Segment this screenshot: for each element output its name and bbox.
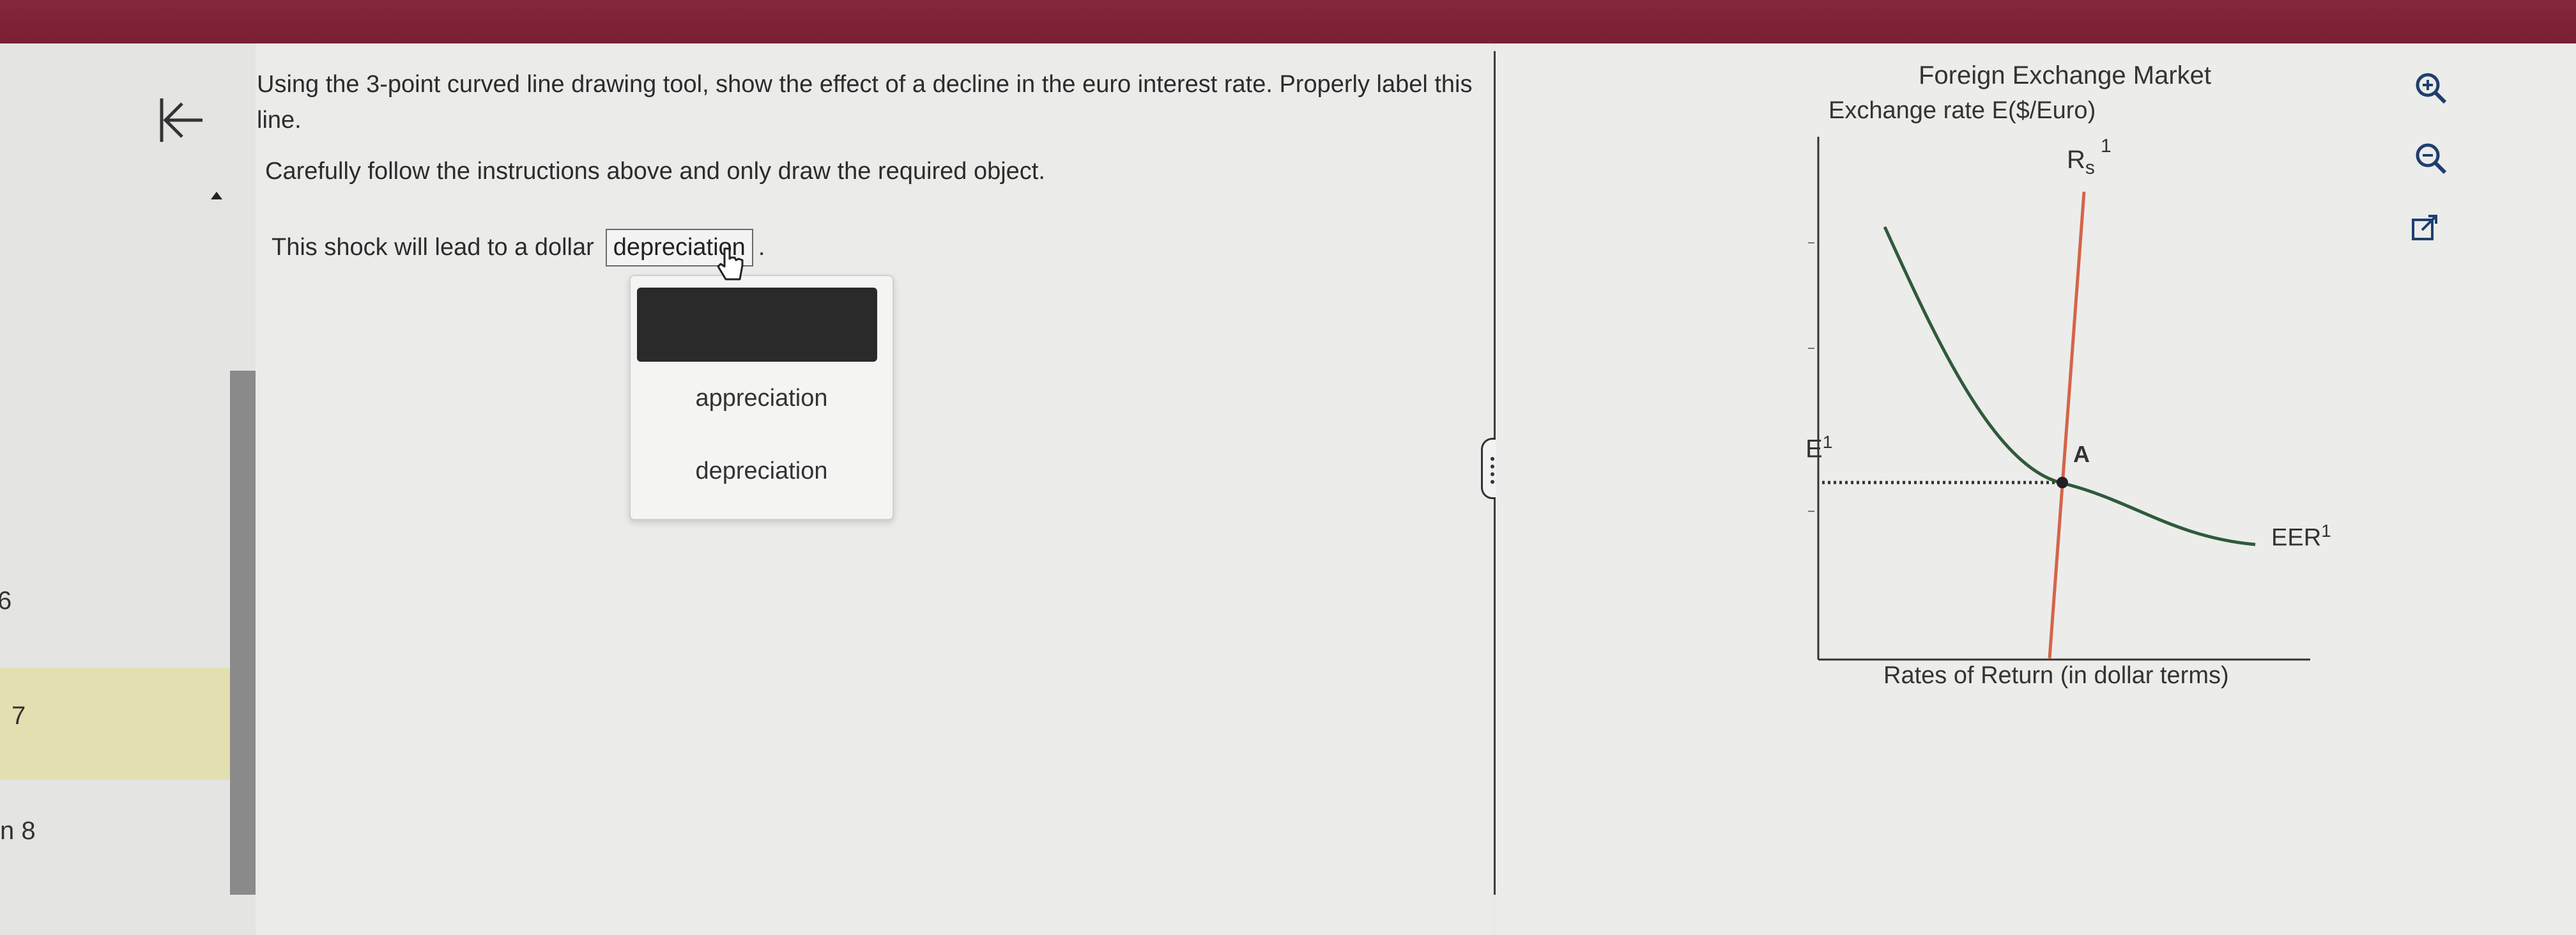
popout-button[interactable]: [2405, 210, 2444, 248]
collapse-left-icon: [160, 98, 203, 142]
zoom-out-icon: [2416, 143, 2447, 174]
rs-superscript: 1: [2101, 135, 2112, 157]
question-navigation: [0, 43, 263, 935]
option-depreciation[interactable]: depreciation: [631, 458, 893, 485]
dropdown-blank-option[interactable]: [637, 288, 877, 362]
shock-sentence: This shock will lead to a dollar depreci…: [272, 229, 765, 267]
graph-title: Foreign Exchange Market: [1919, 61, 2212, 89]
rs-label: Rs: [2067, 146, 2095, 178]
y-axis-label: Exchange rate E($/Euro): [1828, 97, 2096, 124]
e1-label: E1: [1805, 432, 1833, 463]
zoom-in-button[interactable]: [2412, 69, 2450, 107]
nav-item-6[interactable]: 6: [0, 587, 12, 615]
shock-prefix: This shock will lead to a dollar: [272, 234, 594, 261]
eer-label: EER1: [2271, 521, 2331, 552]
collapse-panel-button[interactable]: [157, 95, 208, 146]
nav-item-8[interactable]: n 8: [0, 817, 36, 846]
question-instruction: Using the 3-point curved line drawing to…: [257, 71, 1473, 134]
external-link-icon: [2412, 215, 2437, 240]
shock-suffix: .: [758, 234, 765, 261]
top-bar: [0, 0, 2576, 43]
question-caution: Carefully follow the instructions above …: [265, 158, 1045, 185]
point-a-marker[interactable]: [2057, 477, 2068, 488]
rs-line[interactable]: [2048, 191, 2086, 659]
nav-scrollbar[interactable]: [230, 371, 256, 895]
nav-active-highlight: [0, 668, 263, 780]
nav-item-7[interactable]: 7: [12, 702, 26, 730]
direction-dropdown: appreciation depreciation: [629, 275, 894, 520]
forex-graph[interactable]: [1763, 128, 2338, 684]
hand-cursor-icon: [717, 246, 745, 288]
option-appreciation[interactable]: appreciation: [631, 385, 893, 412]
scroll-up-icon[interactable]: [211, 192, 222, 199]
zoom-in-icon: [2416, 73, 2447, 104]
point-a-label: A: [2073, 441, 2090, 467]
zoom-out-button[interactable]: [2412, 139, 2450, 178]
